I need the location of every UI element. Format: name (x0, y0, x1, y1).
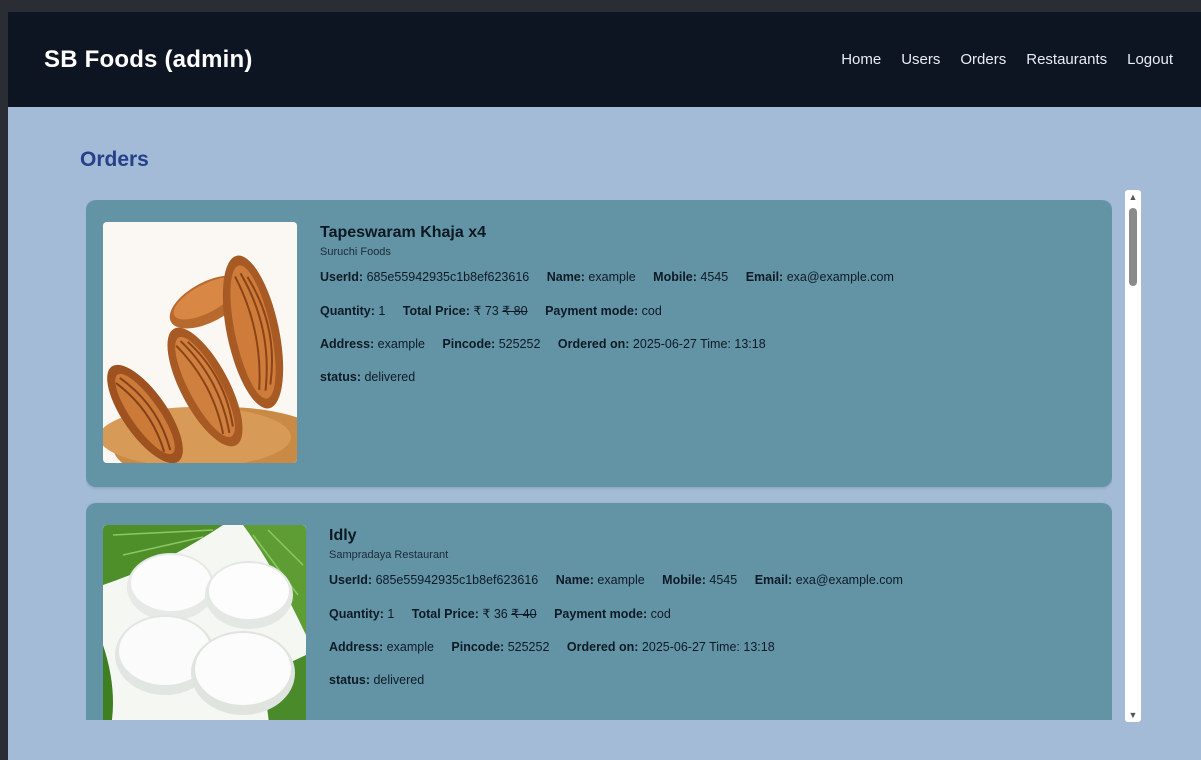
original-price-value: ₹ 80 (502, 304, 528, 318)
scrollbar-thumb[interactable] (1129, 208, 1137, 286)
address-label: Address: (320, 337, 375, 351)
status-value: delivered (364, 370, 416, 384)
pincode-value: 525252 (498, 337, 541, 351)
name-label: Name: (555, 573, 594, 587)
order-item-title: Idly (329, 527, 357, 544)
nav-home[interactable]: Home (841, 51, 881, 68)
quantity-value: 1 (387, 607, 395, 621)
email-value: exa@example.com (795, 573, 903, 587)
status-label: status: (329, 673, 370, 687)
order-address-line: Address: example Pincode: 525252 Ordered… (329, 640, 917, 654)
order-item-title: Tapeswaram Khaja x4 (320, 224, 487, 241)
userid-label: UserId: (329, 573, 373, 587)
name-label: Name: (546, 270, 585, 284)
navbar: SB Foods (admin) Home Users Orders Resta… (8, 12, 1201, 107)
quantity-label: Quantity: (320, 304, 375, 318)
status-value: delivered (373, 673, 425, 687)
nav-orders[interactable]: Orders (960, 51, 1006, 68)
quantity-value: 1 (378, 304, 386, 318)
nav-logout[interactable]: Logout (1127, 51, 1173, 68)
brand-title: SB Foods (admin) (44, 45, 253, 73)
mobile-value: 4545 (700, 270, 729, 284)
nav-menu: Home Users Orders Restaurants Logout (841, 51, 1173, 68)
ordered-on-value: 2025-06-27 Time: 13:18 (632, 337, 766, 351)
name-value: example (588, 270, 636, 284)
order-customer-line: UserId: 685e55942935c1b8ef623616 Name: e… (329, 573, 917, 587)
order-status-line: status: delivered (329, 673, 917, 687)
order-restaurant: Sampradaya Restaurant (329, 549, 449, 561)
page-title: Orders (80, 148, 149, 171)
status-label: status: (320, 370, 361, 384)
mobile-value: 4545 (709, 573, 738, 587)
orders-list: Tapeswaram Khaja x4 Suruchi Foods UserId… (86, 200, 1112, 720)
idly-photo (103, 525, 306, 720)
pincode-label: Pincode: (451, 640, 505, 654)
scroll-down-arrow-icon[interactable]: ▼ (1125, 708, 1141, 722)
userid-value: 685e55942935c1b8ef623616 (375, 573, 539, 587)
ordered-on-value: 2025-06-27 Time: 13:18 (641, 640, 775, 654)
payment-mode-value: cod (641, 304, 662, 318)
mobile-label: Mobile: (662, 573, 706, 587)
ordered-on-label: Ordered on: (557, 337, 630, 351)
total-price-label: Total Price: (402, 304, 470, 318)
ordered-on-label: Ordered on: (566, 640, 639, 654)
app-window: SB Foods (admin) Home Users Orders Resta… (8, 12, 1201, 760)
order-restaurant: Suruchi Foods (320, 246, 391, 258)
nav-restaurants[interactable]: Restaurants (1026, 51, 1107, 68)
order-image-khaja (103, 222, 297, 463)
price-value: ₹ 73 (473, 304, 499, 318)
order-info: Tapeswaram Khaja x4 Suruchi Foods UserId… (320, 224, 908, 403)
address-value: example (377, 337, 425, 351)
order-payment-line: Quantity: 1 Total Price: ₹ 73 ₹ 80 Payme… (320, 303, 908, 318)
order-info: Idly Sampradaya Restaurant UserId: 685e5… (329, 527, 917, 706)
userid-value: 685e55942935c1b8ef623616 (366, 270, 530, 284)
original-price-value: ₹ 40 (511, 607, 537, 621)
order-status-line: status: delivered (320, 370, 908, 384)
nav-users[interactable]: Users (901, 51, 940, 68)
order-card: Tapeswaram Khaja x4 Suruchi Foods UserId… (86, 200, 1112, 487)
address-label: Address: (329, 640, 384, 654)
orders-scrollbar[interactable]: ▲ ▼ (1125, 190, 1141, 722)
quantity-label: Quantity: (329, 607, 384, 621)
order-customer-line: UserId: 685e55942935c1b8ef623616 Name: e… (320, 270, 908, 284)
address-value: example (386, 640, 434, 654)
email-label: Email: (745, 270, 784, 284)
userid-label: UserId: (320, 270, 364, 284)
mobile-label: Mobile: (653, 270, 697, 284)
order-payment-line: Quantity: 1 Total Price: ₹ 36 ₹ 40 Payme… (329, 606, 917, 621)
order-address-line: Address: example Pincode: 525252 Ordered… (320, 337, 908, 351)
payment-mode-value: cod (650, 607, 671, 621)
order-image-idly (103, 525, 306, 720)
khaja-photo (103, 222, 297, 463)
order-card: Idly Sampradaya Restaurant UserId: 685e5… (86, 503, 1112, 720)
total-price-label: Total Price: (411, 607, 479, 621)
payment-mode-label: Payment mode: (554, 607, 648, 621)
pincode-value: 525252 (507, 640, 550, 654)
scroll-up-arrow-icon[interactable]: ▲ (1125, 190, 1141, 204)
payment-mode-label: Payment mode: (545, 304, 639, 318)
name-value: example (597, 573, 645, 587)
price-value: ₹ 36 (482, 607, 508, 621)
email-label: Email: (754, 573, 793, 587)
email-value: exa@example.com (786, 270, 894, 284)
pincode-label: Pincode: (442, 337, 496, 351)
